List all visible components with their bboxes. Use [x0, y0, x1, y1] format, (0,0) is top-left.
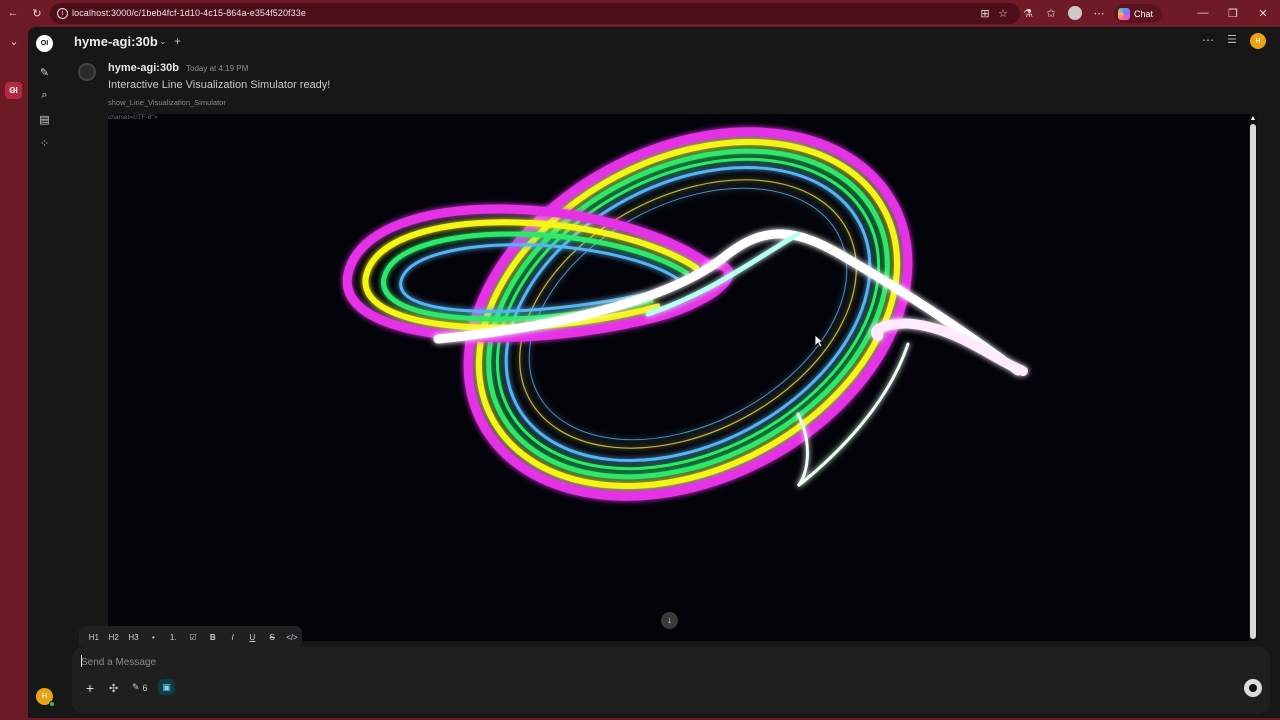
online-status-dot [49, 701, 55, 707]
open-webui-app: OI ✎ ⌕ ▤ ⁘ H hyme-agi:30b ⌄ + ⋯ ☰ H hyme… [28, 27, 1280, 718]
url-text[interactable]: localhost:3000/c/1beb4fcf-1d10-4c15-864a… [72, 8, 306, 18]
app-sidebar: OI ✎ ⌕ ▤ ⁘ H [28, 27, 61, 718]
chevron-down-icon[interactable]: ⌄ [159, 36, 167, 47]
browser-toolbar: ← ↻ i localhost:3000/c/1beb4fcf-1d10-4c1… [0, 0, 1280, 27]
bookmark-star-icon[interactable]: ☆ [996, 6, 1010, 20]
code-button[interactable]: </> [282, 627, 302, 647]
header-user-avatar[interactable]: H [1250, 33, 1266, 49]
heading-2-button[interactable]: H2 [104, 627, 124, 647]
app-install-icon[interactable]: ⊞ [978, 6, 992, 20]
minimize-icon[interactable]: — [1196, 6, 1210, 20]
add-model-plus-icon[interactable]: + [174, 34, 181, 48]
artifact-label: show_Line_Visualization_Simulator [108, 98, 226, 107]
search-icon[interactable]: ⌕ [37, 88, 52, 103]
wrench-icon: ✎ [132, 682, 140, 692]
favorites-icon[interactable]: ✩ [1044, 6, 1058, 20]
message-text: Interactive Line Visualization Simulator… [108, 79, 331, 91]
address-bar[interactable]: i localhost:3000/c/1beb4fcf-1d10-4c15-86… [50, 3, 1020, 24]
logo-text: OI [40, 40, 49, 47]
content-scrollbar[interactable]: ▲ [1249, 114, 1257, 641]
tools-count: 6 [142, 682, 148, 693]
message-composer: + ✣ ✎ 6 ▣ [72, 647, 1270, 714]
chat-button-label: Chat [1134, 8, 1154, 19]
collapse-chevron-icon[interactable]: ⌄ [6, 33, 22, 49]
message-timestamp: Today at 4:19 PM [186, 64, 249, 73]
scroll-up-arrow-icon[interactable]: ▲ [1249, 114, 1257, 123]
white-trail-tip [871, 318, 1028, 376]
more-menu-icon[interactable]: ⋯ [1092, 6, 1106, 20]
notes-icon[interactable]: ▤ [37, 112, 52, 127]
underline-button[interactable]: U [243, 627, 263, 647]
restore-icon[interactable]: ❐ [1226, 6, 1240, 20]
italic-button[interactable]: I [223, 627, 243, 647]
copilot-chat-button[interactable]: Chat [1114, 4, 1162, 23]
heading-3-button[interactable]: H3 [124, 627, 144, 647]
scrollbar-thumb[interactable] [1250, 124, 1256, 639]
refresh-icon[interactable]: ↻ [30, 6, 44, 20]
user-initial: H [41, 693, 48, 700]
integrations-icon[interactable]: ✣ [109, 682, 118, 695]
model-avatar [78, 63, 96, 81]
openwebui-logo[interactable]: OI [36, 35, 53, 52]
model-selector[interactable]: hyme-agi:30b [74, 34, 158, 49]
vertical-tab-strip: ⌄ OI + [0, 27, 28, 720]
mouse-cursor-icon [814, 334, 824, 348]
code-snippet-fragment: charset=UTF-8"> [108, 114, 158, 121]
numbered-list-button[interactable]: 1. [163, 627, 183, 647]
line-visualization-canvas[interactable] [108, 114, 1250, 641]
message-author: hyme-agi:30b [108, 62, 179, 74]
browser-window: ← ↻ i localhost:3000/c/1beb4fcf-1d10-4c1… [0, 0, 1280, 720]
add-attachment-plus-icon[interactable]: + [82, 680, 98, 696]
more-options-icon[interactable]: ⋯ [1202, 33, 1214, 47]
bullet-list-button[interactable]: • [143, 627, 163, 647]
info-icon[interactable]: i [57, 8, 68, 19]
voice-icon [1249, 684, 1257, 692]
close-icon[interactable]: ✕ [1256, 6, 1270, 20]
copilot-logo-icon [1118, 7, 1130, 20]
voice-mode-button[interactable] [1244, 679, 1262, 697]
text-caret [81, 655, 82, 667]
formatting-toolbar: H1 H2 H3 • 1. ☑ B I U S </> [79, 626, 302, 648]
tools-button[interactable]: ✎ 6 [132, 682, 148, 693]
extensions-icon[interactable]: ⚗ [1021, 6, 1035, 20]
back-arrow-icon[interactable]: ← [6, 6, 20, 20]
profile-avatar[interactable] [1068, 6, 1082, 20]
bold-button[interactable]: B [203, 627, 223, 647]
header-user-initial: H [1255, 37, 1261, 45]
code-interpreter-icon[interactable]: ▣ [158, 679, 175, 695]
workspace-grid-icon[interactable]: ⁘ [37, 136, 52, 151]
controls-sliders-icon[interactable]: ☰ [1227, 33, 1237, 46]
scroll-to-bottom-arrow-icon[interactable]: ↓ [661, 612, 678, 629]
new-chat-pencil-icon[interactable]: ✎ [37, 65, 52, 80]
heading-1-button[interactable]: H1 [84, 627, 104, 647]
strikethrough-button[interactable]: S [262, 627, 282, 647]
thin-yellow-ring [519, 179, 857, 449]
checklist-button[interactable]: ☑ [183, 627, 203, 647]
new-tab-plus-icon[interactable]: + [6, 83, 22, 99]
message-input[interactable] [81, 654, 981, 670]
visualization-svg [342, 127, 1028, 501]
